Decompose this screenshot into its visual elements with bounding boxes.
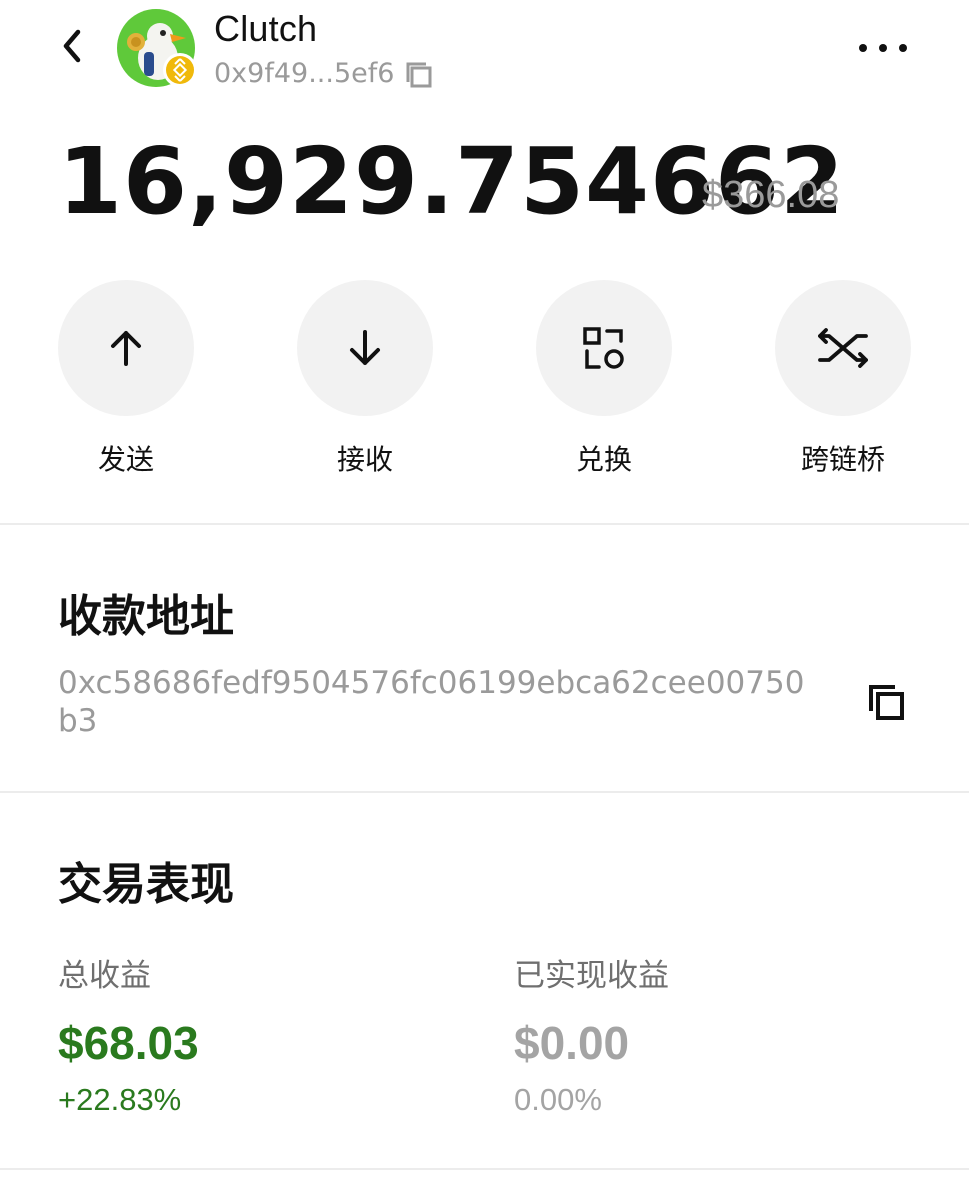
bridge-icon (818, 328, 868, 368)
copy-icon (869, 685, 904, 720)
more-horizontal-icon (859, 44, 907, 52)
receive-address-value: 0xc58686fedf9504576fc06199ebca62cee00750… (58, 665, 805, 739)
total-profit-value: $68.03 (58, 1017, 199, 1069)
bridge-button[interactable]: 跨链桥 (775, 280, 911, 478)
bnb-chain-badge (163, 53, 197, 87)
chevron-left-icon (63, 29, 81, 63)
receive-circle[interactable] (297, 280, 433, 416)
performance-title: 交易表现 (58, 859, 234, 910)
receive-button[interactable]: 接收 (297, 280, 433, 478)
token-avatar (116, 8, 197, 88)
receive-address-title: 收款地址 (58, 591, 234, 642)
total-profit-label: 总收益 (58, 958, 151, 994)
swap-icon (583, 327, 624, 369)
send-circle[interactable] (58, 280, 194, 416)
receive-label: 接收 (336, 443, 393, 476)
balance-usd-value: $366.08 (702, 174, 840, 216)
copy-address-button[interactable] (402, 58, 436, 92)
token-name: Clutch (214, 8, 318, 49)
copy-icon (406, 62, 432, 88)
realized-profit-value: $0.00 (514, 1017, 630, 1069)
arrow-down-icon (350, 330, 380, 365)
more-options-button[interactable] (852, 26, 914, 70)
divider (0, 791, 969, 793)
realized-profit-label: 已实现收益 (514, 958, 669, 994)
back-button[interactable] (50, 24, 94, 68)
swap-circle[interactable] (536, 280, 672, 416)
divider (0, 1168, 969, 1170)
swap-button[interactable]: 兑换 (536, 280, 672, 478)
token-address-short: 0x9f49...5ef6 (214, 58, 395, 89)
realized-profit-percent: 0.00% (514, 1082, 602, 1117)
copy-receive-address-button[interactable] (864, 680, 908, 724)
total-profit-percent: +22.83% (58, 1082, 182, 1117)
bridge-circle[interactable] (775, 280, 911, 416)
send-label: 发送 (97, 443, 154, 476)
arrow-up-icon (111, 331, 141, 366)
send-button[interactable]: 发送 (58, 280, 194, 478)
bridge-label: 跨链桥 (800, 443, 885, 476)
divider (0, 523, 969, 525)
swap-label: 兑换 (575, 443, 632, 476)
